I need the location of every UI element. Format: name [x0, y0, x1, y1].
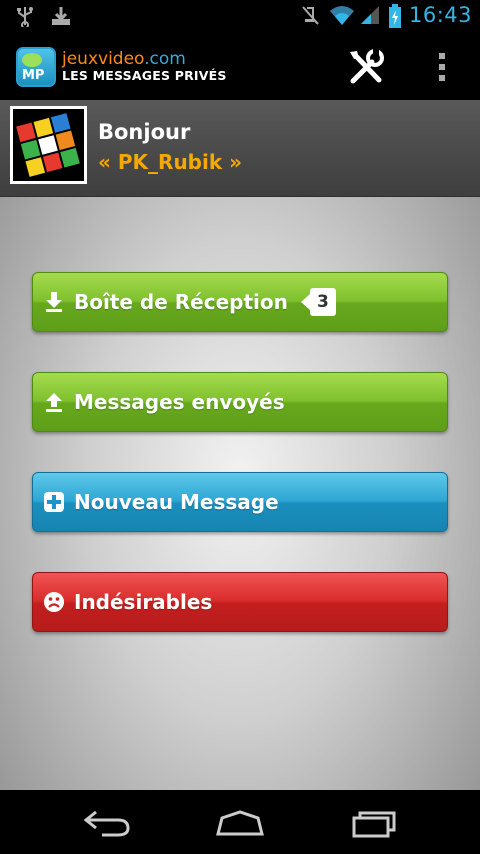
app-logo[interactable]: MP	[16, 47, 56, 87]
signal-icon	[359, 4, 381, 26]
status-bar: 16:43	[0, 0, 480, 33]
user-header: Bonjour « PK_Rubik »	[0, 100, 480, 197]
new-message-label: Nouveau Message	[74, 490, 279, 514]
spam-button[interactable]: Indésirables	[32, 572, 448, 632]
unread-count-badge: 3	[300, 288, 336, 316]
sent-messages-label: Messages envoyés	[74, 390, 285, 414]
sent-messages-button[interactable]: Messages envoyés	[32, 372, 448, 432]
recent-apps-icon[interactable]	[348, 808, 400, 838]
upload-arrow-icon	[43, 391, 65, 413]
overflow-menu-icon[interactable]	[432, 49, 452, 85]
home-icon[interactable]	[214, 808, 266, 838]
rubik-cube-icon	[13, 109, 84, 181]
greeting-text: Bonjour	[98, 120, 191, 144]
logo-text: MP	[22, 68, 45, 83]
tools-icon[interactable]	[345, 47, 387, 89]
battery-charging-icon	[388, 4, 401, 28]
spam-label: Indésirables	[74, 590, 213, 614]
inbox-button[interactable]: Boîte de Réception 3	[32, 272, 448, 332]
app-brand: jeuxvideo.com LES MESSAGES PRIVÉS	[62, 50, 227, 84]
inbox-label: Boîte de Réception	[74, 290, 288, 314]
status-time: 16:43	[408, 3, 472, 27]
download-arrow-icon	[43, 291, 65, 313]
usb-icon	[14, 5, 36, 29]
avatar[interactable]	[10, 106, 87, 184]
download-icon	[50, 5, 72, 27]
back-icon[interactable]	[82, 808, 134, 838]
brand-name: jeuxvideo.com	[62, 49, 186, 69]
app-subtitle: LES MESSAGES PRIVÉS	[62, 68, 227, 83]
wifi-icon	[329, 4, 354, 26]
navigation-bar	[0, 790, 480, 854]
sad-face-icon	[43, 591, 65, 613]
chat-bubble-icon	[22, 53, 42, 67]
action-bar: MP jeuxvideo.com LES MESSAGES PRIVÉS	[0, 33, 480, 100]
username: « PK_Rubik »	[98, 150, 243, 174]
plus-icon	[43, 491, 65, 513]
new-message-button[interactable]: Nouveau Message	[32, 472, 448, 532]
mute-icon	[299, 4, 321, 26]
main-content: Bonjour « PK_Rubik » Boîte de Réception …	[0, 100, 480, 790]
